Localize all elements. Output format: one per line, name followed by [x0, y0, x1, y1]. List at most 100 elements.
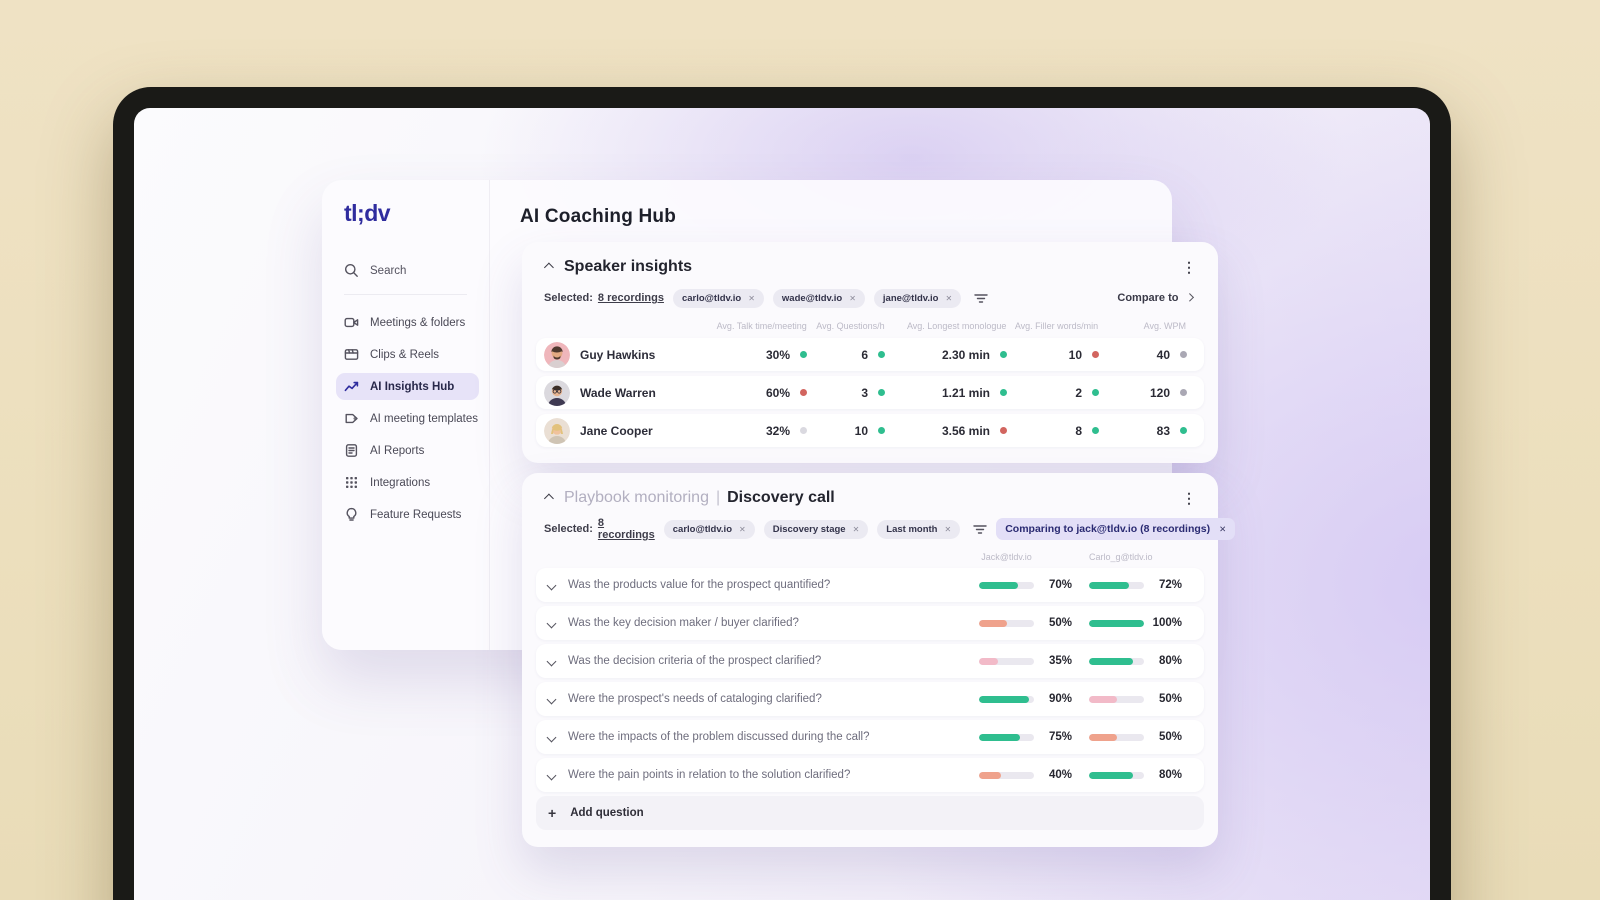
percent-right: 50% [1158, 693, 1182, 705]
sidebar-item-ai-insights-hub[interactable]: AI Insights Hub [336, 373, 479, 400]
progress-bar-left [979, 619, 1034, 627]
speaker-name: Guy Hawkins [580, 347, 656, 362]
status-dot [1092, 427, 1099, 434]
selected-recordings-link[interactable]: 8 recordings [598, 292, 664, 304]
playbook-question-row[interactable]: Were the pain points in relation to the … [536, 758, 1204, 792]
filter-chip[interactable]: Discovery stage ✕ [763, 519, 869, 539]
filter-lines-icon[interactable] [973, 523, 987, 535]
playbook-monitoring-panel: Playbook monitoring | Discovery call ⋮ Sel… [522, 473, 1236, 847]
sidebar-item-label: Integrations [370, 476, 431, 489]
status-dot [1092, 351, 1099, 358]
talk-time-value: 60% [765, 385, 790, 400]
status-dot [1180, 427, 1187, 434]
close-icon[interactable]: ✕ [945, 294, 952, 303]
avatar [544, 341, 570, 368]
panel-title: Speaker insights [564, 258, 693, 275]
compare-to-button[interactable]: Compare to [1117, 292, 1200, 304]
selected-recordings-link[interactable]: 8 recordings [598, 517, 655, 541]
monologue-value: 2.30 min [941, 347, 990, 362]
playbook-header: Playbook monitoring | Discovery call ⋮ [536, 485, 1204, 511]
sidebar-item-ai-reports[interactable]: AI Reports [336, 437, 479, 464]
selected-label: Selected: [544, 523, 593, 535]
playbook-column-headers: Jack@tldv.io Carlo_g@tldv.io [536, 550, 1182, 564]
clapperboard-icon [344, 349, 359, 360]
filter-lines-icon[interactable] [974, 292, 988, 304]
filter-chip[interactable]: Last month ✕ [877, 519, 961, 539]
panel-title: Playbook monitoring | Discovery call [564, 489, 835, 507]
progress-bar-left [979, 657, 1034, 665]
playbook-question-row[interactable]: Was the decision criteria of the prospec… [536, 644, 1204, 678]
question-text: Was the products value for the prospect … [568, 579, 831, 591]
selected-label: Selected: [544, 292, 593, 304]
progress-bar-right [1089, 581, 1144, 589]
column-header: Avg. Questions/h [816, 321, 885, 331]
playbook-question-row[interactable]: Was the key decision maker / buyer clari… [536, 606, 1204, 640]
table-row: Wade Warren 60% 3 1.21 min 2 120 [536, 376, 1204, 409]
close-icon[interactable]: ✕ [739, 525, 746, 534]
collapse-button[interactable] [543, 262, 554, 272]
video-camera-icon [344, 317, 359, 328]
progress-bar-left [979, 695, 1034, 703]
playbook-question-row[interactable]: Were the impacts of the problem discusse… [536, 720, 1204, 754]
playbook-question-row[interactable]: Was the products value for the prospect … [536, 568, 1204, 602]
sidebar-item-meetings-folders[interactable]: Meetings & folders [336, 309, 479, 336]
tldv-logo: tl;dv [344, 200, 391, 226]
filter-chip[interactable]: carlo@tldv.io ✕ [672, 288, 764, 308]
sidebar-item-clips-reels[interactable]: Clips & Reels [336, 341, 479, 368]
progress-bar-right [1089, 695, 1144, 703]
filter-chip[interactable]: jane@tldv.io ✕ [873, 288, 962, 308]
close-icon[interactable]: ✕ [945, 525, 952, 534]
wpm-value: 83 [1156, 423, 1170, 438]
percent-left: 50% [1048, 617, 1072, 629]
chevron-up-icon [543, 262, 554, 272]
close-icon[interactable]: ✕ [1219, 524, 1226, 535]
collapse-button[interactable] [543, 493, 554, 503]
monologue-value: 3.56 min [941, 423, 990, 438]
percent-right: 72% [1158, 579, 1182, 591]
chip-label: jane@tldv.io [882, 292, 939, 304]
avatar [544, 379, 570, 406]
column-header: Avg. WPM [1143, 321, 1186, 331]
sidebar-divider [344, 294, 467, 295]
compare-to-label: Compare to [1117, 292, 1179, 304]
laptop-screen: tl;dv Search Meetings & folders Clips & … [134, 108, 1430, 900]
sidebar-item-label: Clips & Reels [370, 348, 440, 361]
chip-label: Last month [886, 523, 938, 535]
search-icon [345, 264, 358, 277]
report-doc-icon [345, 444, 358, 457]
progress-bar-left [979, 771, 1034, 779]
filter-chip[interactable]: wade@tldv.io ✕ [772, 288, 865, 308]
status-dot [878, 389, 885, 396]
question-text: Were the impacts of the problem discusse… [568, 731, 870, 743]
playbook-question-row[interactable]: Were the prospect's needs of cataloging … [536, 682, 1204, 716]
filler-words-value: 8 [1075, 423, 1082, 438]
sidebar-item-label: Meetings & folders [370, 316, 466, 329]
column-header: Avg. Filler words/min [1014, 321, 1099, 331]
sidebar-item-integrations[interactable]: Integrations [336, 469, 479, 496]
comparing-to-chip[interactable]: Comparing to jack@tldv.io (8 recordings)… [996, 518, 1236, 540]
percent-left: 75% [1048, 731, 1072, 743]
question-text: Were the prospect's needs of cataloging … [568, 693, 822, 705]
kebab-menu-icon[interactable]: ⋮ [1178, 491, 1200, 505]
progress-bar-right [1089, 733, 1144, 741]
percent-left: 70% [1048, 579, 1072, 591]
close-icon[interactable]: ✕ [853, 525, 860, 534]
chevron-down-icon [546, 732, 557, 742]
kebab-menu-icon[interactable]: ⋮ [1178, 260, 1200, 274]
column-header: Carlo_g@tldv.io [1089, 552, 1153, 562]
lightbulb-icon [346, 507, 357, 521]
percent-right: 80% [1158, 655, 1182, 667]
laptop-frame: tl;dv Search Meetings & folders Clips & … [113, 87, 1451, 900]
add-question-button[interactable]: + Add question [536, 796, 1204, 830]
column-header: Avg. Longest monologue [906, 321, 1007, 331]
search-button[interactable]: Search [344, 263, 489, 278]
close-icon[interactable]: ✕ [748, 294, 755, 303]
question-text: Was the key decision maker / buyer clari… [568, 617, 799, 629]
status-dot [800, 351, 807, 358]
sidebar-item-label: AI Insights Hub [370, 380, 455, 393]
sidebar-item-feature-requests[interactable]: Feature Requests [336, 501, 479, 528]
sidebar-item-ai-meeting-templates[interactable]: AI meeting templates [336, 405, 479, 432]
chevron-down-icon [546, 694, 557, 704]
filter-chip[interactable]: carlo@tldv.io ✕ [663, 519, 755, 539]
close-icon[interactable]: ✕ [849, 294, 856, 303]
